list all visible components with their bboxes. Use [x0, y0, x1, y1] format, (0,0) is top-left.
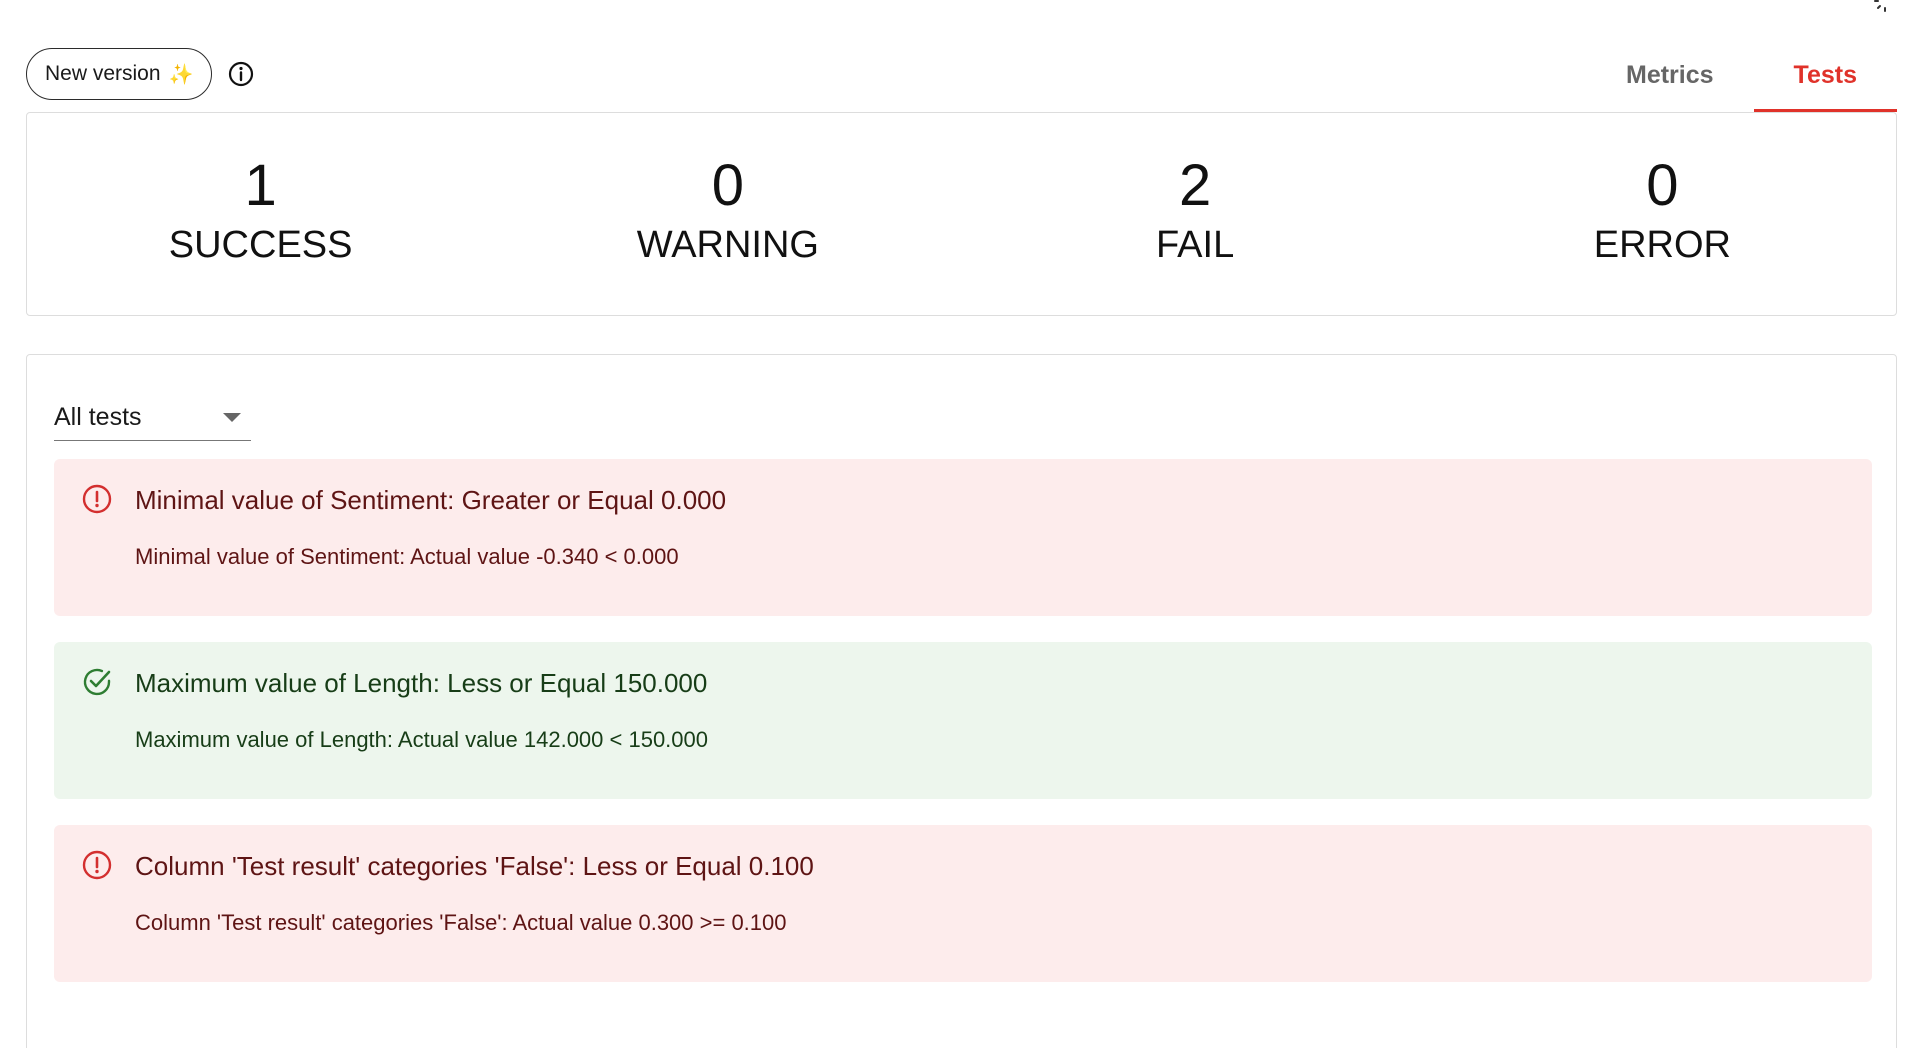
- test-result-card[interactable]: Column 'Test result' categories 'False':…: [54, 825, 1872, 982]
- summary-fail: 2 FAIL: [962, 113, 1429, 315]
- error-count: 0: [1646, 153, 1679, 218]
- success-label: SUCCESS: [168, 224, 353, 266]
- success-count: 1: [244, 153, 277, 218]
- test-filter-select[interactable]: All tests: [54, 385, 251, 441]
- test-description: Maximum value of Length: Actual value 14…: [135, 727, 708, 752]
- warning-label: WARNING: [636, 224, 819, 266]
- fail-label: FAIL: [1156, 224, 1235, 266]
- caret-down-icon: [223, 413, 241, 422]
- view-tabs: Metrics Tests: [1586, 48, 1897, 112]
- summary-success: 1 SUCCESS: [27, 113, 494, 315]
- fail-count: 2: [1178, 153, 1212, 218]
- test-description: Minimal value of Sentiment: Actual value…: [135, 544, 679, 569]
- new-version-button[interactable]: New version ✨: [26, 48, 213, 100]
- new-version-label: New version: [45, 62, 161, 85]
- top-bar: New version ✨ Metrics Tests: [26, 48, 1897, 112]
- alert-circle-icon: [82, 484, 112, 514]
- tab-tests[interactable]: Tests: [1753, 48, 1897, 112]
- test-title: Column 'Test result' categories 'False':…: [135, 851, 814, 881]
- test-title: Minimal value of Sentiment: Greater or E…: [135, 485, 727, 515]
- tab-metrics[interactable]: Metrics: [1586, 48, 1754, 112]
- loading-spinner-icon: [1874, 0, 1886, 12]
- error-label: ERROR: [1593, 224, 1731, 266]
- check-circle-icon: [83, 668, 111, 696]
- test-result-card[interactable]: Maximum value of Length: Less or Equal 1…: [54, 642, 1872, 799]
- tests-panel: All tests Minimal value of Sentiment: Gr…: [26, 354, 1897, 1048]
- info-circle-icon[interactable]: [226, 59, 256, 89]
- sparkle-icon: ✨: [168, 63, 194, 86]
- warning-count: 0: [711, 153, 744, 218]
- summary-warning: 0 WARNING: [494, 113, 961, 315]
- alert-circle-icon: [82, 850, 112, 880]
- page: New version ✨ Metrics Tests 1 SUCCESS 0 …: [0, 0, 1910, 1048]
- test-description: Column 'Test result' categories 'False':…: [135, 910, 787, 935]
- test-summary-card: 1 SUCCESS 0 WARNING 2 FAIL 0 ERROR: [26, 112, 1897, 316]
- test-filter-value: All tests: [54, 403, 142, 431]
- summary-error: 0 ERROR: [1429, 113, 1896, 315]
- test-result-card[interactable]: Minimal value of Sentiment: Greater or E…: [54, 459, 1872, 616]
- test-title: Maximum value of Length: Less or Equal 1…: [135, 668, 708, 698]
